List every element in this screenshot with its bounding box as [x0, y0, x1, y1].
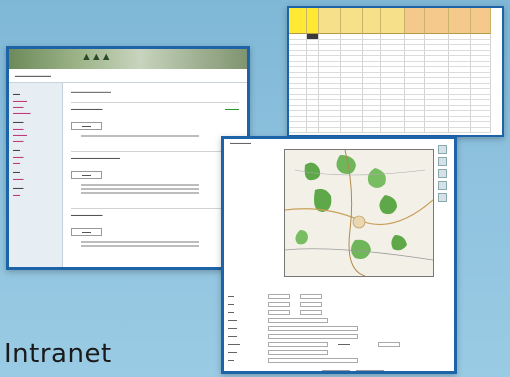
info-icon[interactable] [438, 193, 447, 202]
table-cell[interactable] [405, 127, 425, 133]
form-field[interactable] [378, 341, 400, 347]
sidebar-heading: ▬▬▬ [13, 186, 24, 190]
column-header[interactable] [289, 8, 307, 34]
table-cell[interactable] [363, 127, 381, 133]
page-title: ▬▬▬▬▬▬▬▬▬▬ [71, 89, 111, 94]
table-cell[interactable] [381, 127, 405, 133]
map-toolbar [438, 145, 450, 205]
pan-icon[interactable] [438, 169, 447, 178]
search-button[interactable] [322, 370, 350, 371]
column-header[interactable] [319, 8, 341, 34]
spreadsheet-grid [289, 8, 502, 133]
sidebar-heading: ▬▬ [13, 92, 20, 96]
portal-banner: ▲▲▲ [9, 49, 247, 69]
zoom-in-icon[interactable] [438, 145, 447, 154]
intranet-portal-window: ▲▲▲ ▬▬▬▬▬▬▬▬▬ ▬▬ ▬▬▬▬ ▬▬▬ ▬▬▬▬▬ ▬▬▬ ▬▬▬ … [6, 46, 250, 270]
sidebar-heading: ▬▬▬ [13, 120, 24, 124]
table-cell[interactable] [341, 127, 363, 133]
form-field[interactable] [300, 301, 322, 307]
portal-logo: ▲▲▲ [81, 51, 112, 63]
column-header[interactable] [307, 8, 319, 34]
table-cell[interactable] [289, 127, 307, 133]
reset-button[interactable] [356, 370, 384, 371]
spreadsheet-window [287, 6, 504, 137]
zoom-out-icon[interactable] [438, 157, 447, 166]
panel-button[interactable]: ▬▬▬ [71, 228, 102, 236]
form-field[interactable] [268, 357, 358, 363]
sidebar-link[interactable]: ▬▬▬▬▬ [13, 111, 58, 115]
column-header[interactable] [341, 8, 363, 34]
column-header[interactable] [363, 8, 381, 34]
map-query-form: ▬▬ ▬▬ ▬▬ ▬▬▬ ▬▬▬ ▬▬▬ ▬▬▬▬ ▬▬▬▬ ▬▬▬ ▬▬ [228, 293, 450, 365]
sidebar-link[interactable]: ▬▬▬ [13, 139, 58, 143]
portal-sidebar: ▬▬ ▬▬▬▬ ▬▬▬ ▬▬▬▬▬ ▬▬▬ ▬▬▬ ▬▬▬▬ ▬▬▬ ▬▬ ▬▬… [9, 83, 63, 267]
sidebar-heading: ▬▬ [13, 148, 20, 152]
breadcrumb: ▬▬▬▬▬▬▬▬▬ [9, 69, 247, 83]
portal-main: ▬▬▬▬▬▬▬▬▬▬ ▬▬▬▬▬▬▬▬▬ ▬▬▬ ▬▬▬▬ ▬▬▬▬▬▬▬▬▬▬… [63, 83, 247, 267]
form-field[interactable] [268, 341, 328, 347]
sidebar-link[interactable]: ▬▬▬ [13, 127, 58, 131]
column-header[interactable] [449, 8, 471, 34]
panel-button[interactable]: ▬▬▬ [71, 122, 102, 130]
sidebar-link[interactable]: ▬▬▬▬ [13, 99, 58, 103]
sidebar-link[interactable]: ▬▬▬ [13, 155, 58, 159]
table-cell[interactable] [425, 127, 449, 133]
status-panel: ▬▬▬▬▬▬▬▬▬ ▬▬▬ ▬ [71, 208, 239, 255]
form-field[interactable] [268, 325, 358, 331]
map-viewer-window: ▬▬▬▬▬▬ ▬▬ ▬▬ ▬▬ ▬▬▬ ▬▬▬ ▬▬▬ ▬▬▬▬ ▬▬▬▬ ▬▬… [221, 136, 457, 374]
form-field[interactable] [300, 293, 322, 299]
status-panel: ▬▬▬▬▬▬▬▬▬▬▬▬▬▬ ▬▬▬ ▬▬ [71, 151, 239, 202]
table-cell[interactable] [471, 127, 491, 133]
map-header: ▬▬▬▬▬▬ [230, 141, 251, 145]
form-field[interactable] [268, 317, 328, 323]
column-header[interactable] [405, 8, 425, 34]
form-field[interactable] [268, 301, 290, 307]
table-cell[interactable] [319, 127, 341, 133]
sidebar-link[interactable]: ▬▬▬ [13, 177, 58, 181]
status-badge: ▬▬▬▬ [225, 107, 239, 111]
sidebar-heading: ▬▬ [13, 170, 20, 174]
form-field[interactable] [268, 293, 290, 299]
panel-button[interactable]: ▬▬▬ [71, 171, 102, 179]
page-title: Intranet [4, 339, 112, 369]
column-header[interactable] [471, 8, 491, 34]
form-field[interactable] [268, 309, 290, 315]
sidebar-link[interactable]: ▬▬ [13, 161, 58, 165]
column-header[interactable] [381, 8, 405, 34]
layers-icon[interactable] [438, 181, 447, 190]
sidebar-link[interactable]: ▬▬ [13, 193, 58, 197]
column-header[interactable] [425, 8, 449, 34]
form-field[interactable] [268, 333, 358, 339]
sidebar-link[interactable]: ▬▬▬▬ [13, 133, 58, 137]
table-cell[interactable] [307, 127, 319, 133]
map-canvas[interactable] [284, 149, 434, 277]
form-field[interactable] [300, 309, 322, 315]
sidebar-link[interactable]: ▬▬▬ [13, 105, 58, 109]
table-cell[interactable] [449, 127, 471, 133]
status-panel: ▬▬▬▬▬▬▬▬▬ ▬▬▬ ▬▬▬▬ [71, 102, 239, 145]
form-field[interactable] [268, 349, 328, 355]
